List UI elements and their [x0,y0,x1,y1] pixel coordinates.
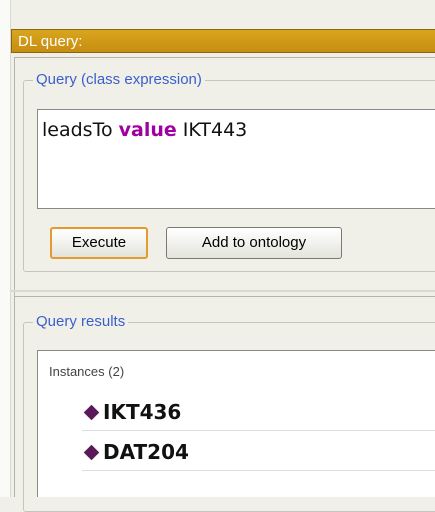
dl-query-title-bar: DL query: [11,29,435,53]
result-item-label: IKT436 [103,400,182,424]
individual-diamond-icon [83,444,100,461]
execute-button[interactable]: Execute [50,227,148,259]
individual-diamond-icon [83,404,100,421]
left-edge [0,0,11,497]
add-to-ontology-button[interactable]: Add to ontology [166,227,342,259]
result-item[interactable]: DAT204 [82,433,435,471]
expression-keyword: value [118,119,177,141]
result-item[interactable]: IKT436 [82,393,435,431]
expression-text-1: leadsTo [42,119,119,141]
query-legend: Query (class expression) [33,71,205,88]
results-legend: Query results [33,313,129,330]
result-item-label: DAT204 [103,440,189,464]
class-expression-editor[interactable]: leadsTo value IKT443 [37,109,435,209]
instances-header: Instances (2) [49,364,125,379]
section-divider[interactable] [11,290,435,292]
panel-title: DL query: [18,33,83,50]
expression-text-2: IKT443 [176,119,248,141]
